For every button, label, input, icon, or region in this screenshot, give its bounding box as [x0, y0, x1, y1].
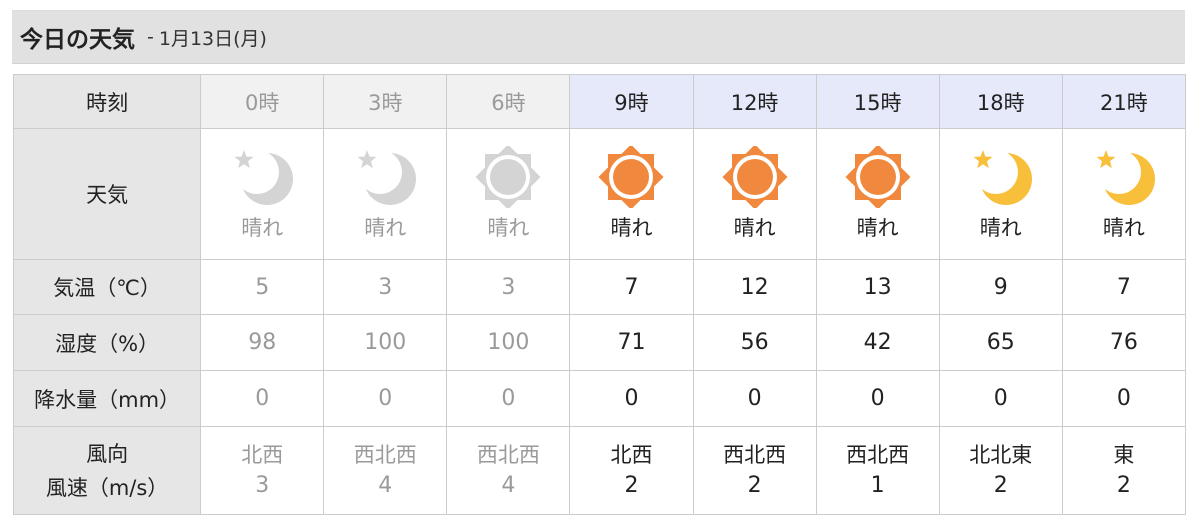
temperature-row: 気温（℃） 5 3 3 7 12 13 9 7 — [12, 259, 1187, 315]
weather-cell: 晴れ — [323, 128, 448, 260]
row-label-humidity: 湿度（%） — [12, 314, 202, 371]
time-header-cell: 12時 — [692, 74, 817, 129]
weather-text: 晴れ — [979, 216, 1022, 240]
row-label-weather: 天気 — [12, 128, 202, 260]
title-separator: - — [147, 26, 154, 48]
wind-direction: 北北東 — [969, 442, 1033, 467]
temperature-cell: 7 — [569, 259, 694, 315]
weather-cell: 晴れ — [446, 128, 571, 260]
sun-icon — [447, 146, 569, 208]
row-label-wind: 風向 風速（m/s） — [12, 426, 202, 515]
precipitation-cell: 0 — [1061, 370, 1187, 427]
temperature-cell: 5 — [200, 259, 325, 315]
precipitation-cell: 0 — [200, 370, 325, 427]
time-header-cell: 9時 — [569, 74, 694, 129]
humidity-cell: 98 — [200, 314, 325, 371]
wind-speed: 2 — [993, 472, 1008, 498]
weather-text: 晴れ — [733, 216, 776, 240]
precipitation-row: 降水量（mm） 00000000 — [12, 370, 1187, 427]
humidity-cell: 56 — [692, 314, 817, 371]
time-row: 時刻 0時 3時 6時 9時 12時 15時 18時 21時 — [12, 74, 1187, 129]
page-header: 今日の天気 - 1月13日(月) — [12, 10, 1185, 64]
time-header-cell: 0時 — [200, 74, 325, 129]
precipitation-cell: 0 — [692, 370, 817, 427]
weather-row: 天気 晴れ 晴れ 晴れ 晴れ 晴れ 晴れ 晴れ 晴れ — [12, 128, 1187, 260]
humidity-cell: 42 — [815, 314, 940, 371]
wind-cell: 西北西 4 — [446, 426, 571, 515]
weather-text: 晴れ — [487, 216, 530, 240]
wind-direction: 西北西 — [353, 442, 417, 467]
humidity-cell: 100 — [446, 314, 571, 371]
page-date: 1月13日(月) — [158, 27, 267, 50]
sun-icon — [570, 146, 692, 208]
wind-speed: 2 — [747, 472, 762, 498]
moon-star-icon — [201, 146, 323, 208]
weather-cell: 晴れ — [692, 128, 817, 260]
humidity-cell: 65 — [938, 314, 1063, 371]
humidity-cell: 71 — [569, 314, 694, 371]
wind-cell: 西北西 2 — [692, 426, 817, 515]
row-label-wind-direction: 風向 — [86, 441, 129, 466]
wind-direction: 東 — [1113, 442, 1135, 467]
temperature-cell: 12 — [692, 259, 817, 315]
weather-cell: 晴れ — [1061, 128, 1187, 260]
precipitation-cell: 0 — [446, 370, 571, 427]
wind-speed: 2 — [1116, 472, 1131, 498]
wind-cell: 西北西 4 — [323, 426, 448, 515]
temperature-cell: 13 — [815, 259, 940, 315]
time-header-cell: 21時 — [1061, 74, 1187, 129]
wind-cell: 東2 — [1061, 426, 1187, 515]
moon-star-icon — [940, 146, 1062, 208]
sun-icon — [817, 146, 939, 208]
wind-direction: 西北西 — [846, 442, 910, 467]
sun-icon — [694, 146, 816, 208]
weather-text: 晴れ — [364, 216, 407, 240]
wind-cell: 北西 3 — [200, 426, 325, 515]
moon-star-icon — [1063, 146, 1185, 208]
wind-row: 風向 風速（m/s） 北西 3 西北西 4 西北西 4 北西 2 西北西 2 西北西 1 北北東 2 東 2 — [12, 426, 1187, 515]
temperature-cell: 9 — [938, 259, 1063, 315]
row-label-precipitation: 降水量（mm） — [12, 370, 202, 427]
weather-cell: 晴れ — [815, 128, 940, 260]
wind-speed: 4 — [501, 472, 516, 498]
humidity-cell: 76 — [1061, 314, 1187, 371]
weather-cell: 晴れ — [569, 128, 694, 260]
wind-cell: 西北西 1 — [815, 426, 940, 515]
time-header-cell: 15時 — [815, 74, 940, 129]
wind-direction: 北西 — [241, 442, 284, 467]
weather-text: 晴れ — [610, 216, 653, 240]
wind-speed: 4 — [378, 472, 393, 498]
row-label-wind-speed: 風速（m/s） — [45, 475, 169, 500]
weather-text: 晴れ — [241, 216, 284, 240]
wind-direction: 西北西 — [723, 442, 787, 467]
weather-text: 晴れ — [1102, 216, 1145, 240]
row-label-temperature: 気温（℃） — [12, 259, 202, 315]
temperature-cell: 3 — [323, 259, 448, 315]
humidity-cell: 100 — [323, 314, 448, 371]
wind-direction: 北西 — [610, 442, 653, 467]
weather-text: 晴れ — [856, 216, 899, 240]
precipitation-cell: 0 — [938, 370, 1063, 427]
humidity-row: 湿度（%） 98 100 100 71 56 42 65 76 — [12, 314, 1187, 371]
row-label-time: 時刻 — [12, 74, 202, 129]
temperature-cell: 3 — [446, 259, 571, 315]
precipitation-cell: 0 — [815, 370, 940, 427]
moon-star-icon — [324, 146, 446, 208]
temperature-cell: 7 — [1061, 259, 1187, 315]
precipitation-cell: 0 — [323, 370, 448, 427]
page-title: 今日の天気 — [20, 27, 135, 53]
precipitation-cell: 0 — [569, 370, 694, 427]
wind-cell: 北西 2 — [569, 426, 694, 515]
wind-speed: 2 — [624, 472, 639, 498]
weather-cell: 晴れ — [938, 128, 1063, 260]
weather-cell: 晴れ — [200, 128, 325, 260]
time-header-cell: 6時 — [446, 74, 571, 129]
wind-speed: 3 — [255, 472, 270, 498]
wind-direction: 西北西 — [476, 442, 540, 467]
wind-speed: 1 — [870, 472, 885, 498]
weather-table: 時刻 0時 3時 6時 9時 12時 15時 18時 21時 天気 晴れ 晴れ 晴れ 晴れ 晴れ 晴れ 晴… — [12, 74, 1187, 515]
time-header-cell: 3時 — [323, 74, 448, 129]
time-header-cell: 18時 — [938, 74, 1063, 129]
wind-cell: 北北東 2 — [938, 426, 1063, 515]
